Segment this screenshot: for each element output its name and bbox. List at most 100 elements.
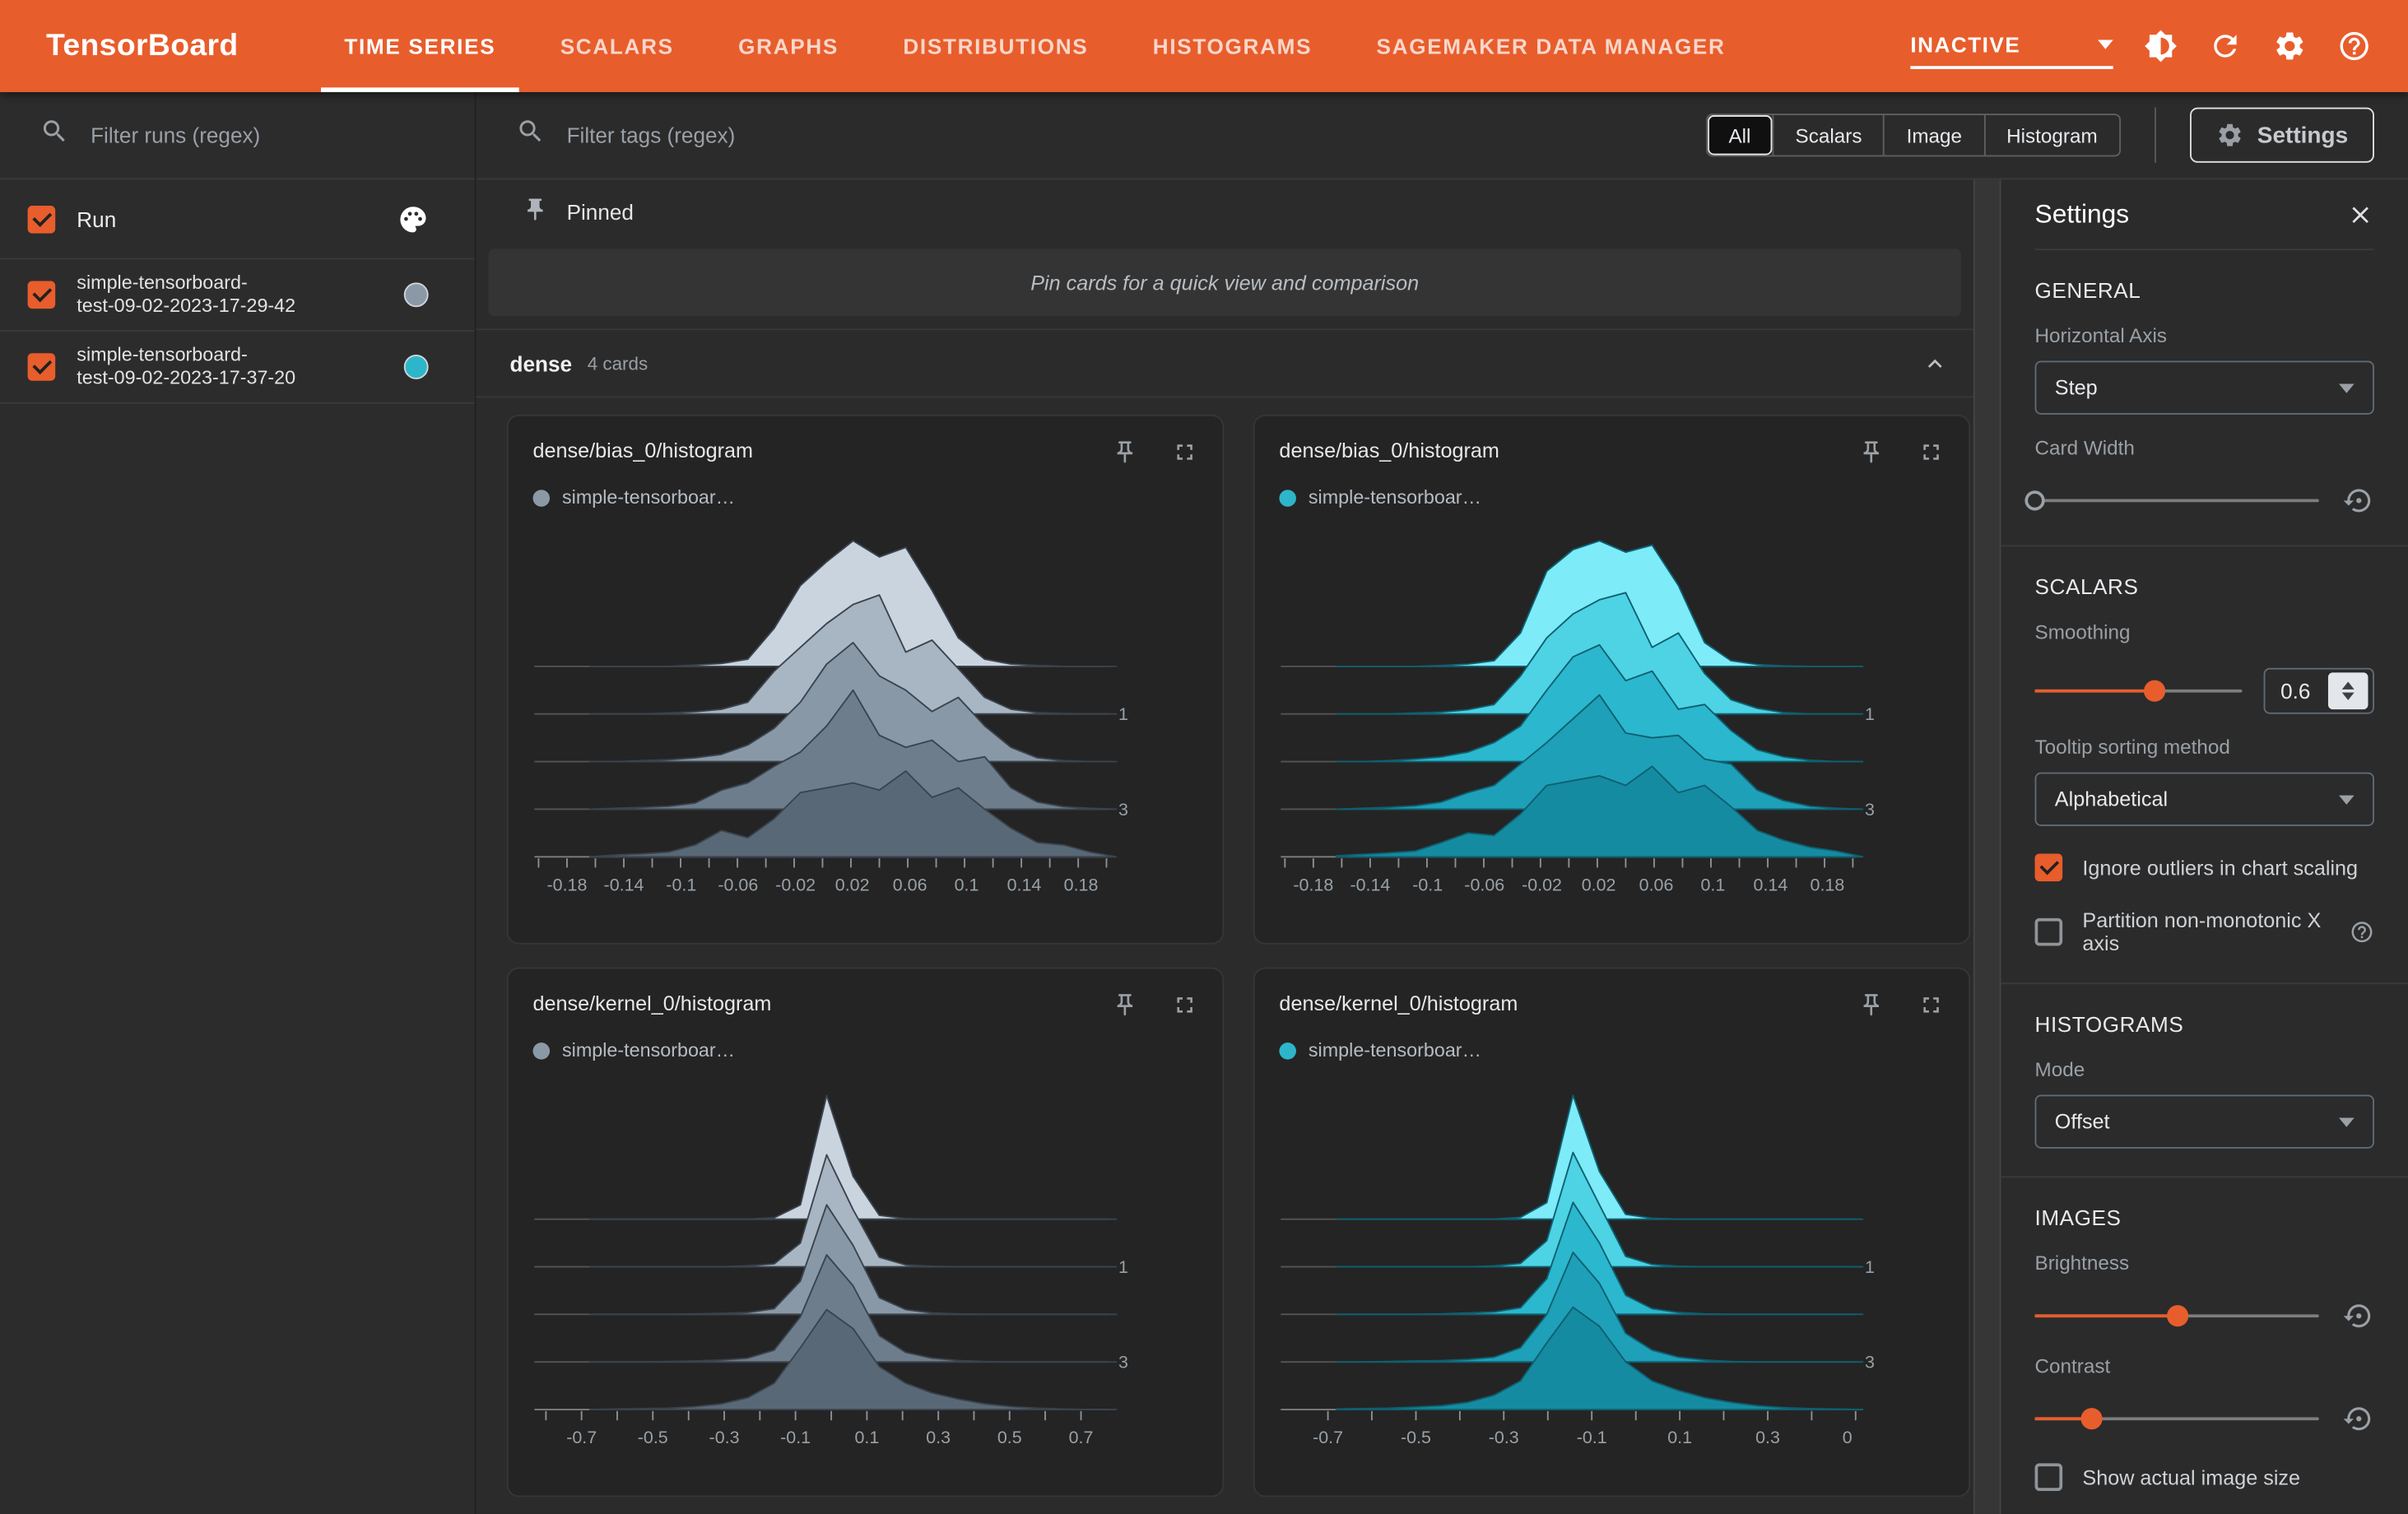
svg-text:-0.1: -0.1 bbox=[1412, 875, 1443, 894]
svg-text:-0.7: -0.7 bbox=[1313, 1428, 1343, 1447]
slider-knob[interactable] bbox=[2166, 1305, 2188, 1327]
svg-text:0.3: 0.3 bbox=[1755, 1428, 1780, 1447]
svg-text:0.5: 0.5 bbox=[997, 1428, 1022, 1447]
legend-run-name: simple-tensorboar… bbox=[1308, 486, 1481, 509]
pin-icon bbox=[522, 197, 548, 227]
search-icon bbox=[516, 117, 545, 154]
chevron-down-icon bbox=[2339, 794, 2355, 804]
svg-text:0: 0 bbox=[1843, 1428, 1852, 1447]
svg-text:0.18: 0.18 bbox=[1064, 875, 1099, 894]
svg-text:3: 3 bbox=[1118, 1353, 1128, 1372]
tab-distributions[interactable]: DISTRIBUTIONS bbox=[871, 0, 1120, 92]
help-icon[interactable] bbox=[2337, 29, 2371, 63]
svg-text:-0.18: -0.18 bbox=[547, 875, 588, 894]
svg-text:-0.14: -0.14 bbox=[1350, 875, 1390, 894]
svg-text:-0.5: -0.5 bbox=[1401, 1428, 1431, 1447]
fullscreen-icon[interactable] bbox=[1918, 439, 1945, 466]
run-checkbox[interactable] bbox=[27, 281, 56, 309]
reset-icon[interactable] bbox=[2343, 1301, 2374, 1331]
partition-x-row[interactable]: Partition non-monotonic X axis bbox=[2034, 909, 2374, 955]
svg-text:0.06: 0.06 bbox=[893, 875, 927, 894]
svg-text:-0.06: -0.06 bbox=[1464, 875, 1504, 894]
run-checkbox[interactable] bbox=[27, 353, 56, 381]
tab-graphs[interactable]: GRAPHS bbox=[706, 0, 871, 92]
filter-image-button[interactable]: Image bbox=[1883, 114, 1984, 156]
tab-sagemaker-data-manager[interactable]: SAGEMAKER DATA MANAGER bbox=[1344, 0, 1757, 92]
svg-text:1: 1 bbox=[1865, 1257, 1875, 1277]
run-select-all-checkbox[interactable] bbox=[27, 205, 56, 233]
show-actual-size-row[interactable]: Show actual image size bbox=[2034, 1463, 2374, 1491]
run-header-label: Run bbox=[77, 206, 117, 231]
tab-scalars[interactable]: SCALARS bbox=[528, 0, 706, 92]
smoothing-slider[interactable] bbox=[2034, 680, 2243, 702]
tab-time-series[interactable]: TIME SERIES bbox=[312, 0, 528, 92]
stepper-icon[interactable] bbox=[2327, 672, 2368, 710]
smoothing-value-input[interactable]: 0.6 bbox=[2263, 667, 2374, 714]
svg-text:-0.5: -0.5 bbox=[638, 1428, 668, 1447]
histogram-ridgeline-chart[interactable]: -0.18 -0.14 -0.1 -0.06 -0.02 0.02 0.06 0.1 0.14 0… bbox=[521, 532, 1214, 904]
filter-tags-bar: All Scalars Image Histogram Settings bbox=[476, 91, 2408, 180]
refresh-icon[interactable] bbox=[2208, 29, 2242, 63]
help-icon[interactable] bbox=[2350, 920, 2374, 945]
pin-card-icon[interactable] bbox=[1858, 992, 1885, 1018]
filter-runs-input[interactable] bbox=[87, 121, 450, 150]
contrast-slider[interactable] bbox=[2034, 1408, 2319, 1430]
partition-x-checkbox[interactable] bbox=[2034, 917, 2063, 946]
slider-knob[interactable] bbox=[2080, 1408, 2103, 1430]
svg-text:1: 1 bbox=[1118, 1257, 1128, 1277]
histogram-ridgeline-chart[interactable]: -0.18 -0.14 -0.1 -0.06 -0.02 0.02 0.06 0.1 0.14 0… bbox=[1267, 532, 1960, 904]
svg-text:-0.1: -0.1 bbox=[780, 1428, 811, 1447]
reset-icon[interactable] bbox=[2343, 1404, 2374, 1434]
pin-notice: Pin cards for a quick view and compariso… bbox=[488, 248, 1961, 317]
card-width-slider[interactable] bbox=[2024, 490, 2319, 511]
svg-text:0.06: 0.06 bbox=[1639, 875, 1674, 894]
close-icon[interactable] bbox=[2346, 201, 2374, 229]
run-row[interactable]: simple-tensorboard- test-09-02-2023-17-2… bbox=[0, 259, 475, 332]
ignore-outliers-row[interactable]: Ignore outliers in chart scaling bbox=[2034, 853, 2374, 882]
section-header-dense[interactable]: dense 4 cards bbox=[476, 328, 1973, 398]
toolbar-divider bbox=[2154, 107, 2156, 163]
tab-histograms[interactable]: HISTOGRAMS bbox=[1121, 0, 1345, 92]
gear-icon[interactable] bbox=[2273, 29, 2307, 63]
run-row[interactable]: simple-tensorboard- test-09-02-2023-17-3… bbox=[0, 332, 475, 404]
legend-run-name: simple-tensorboar… bbox=[561, 1039, 736, 1061]
slider-knob[interactable] bbox=[2144, 680, 2166, 702]
filter-scalars-button[interactable]: Scalars bbox=[1772, 114, 1884, 156]
chevron-up-icon[interactable] bbox=[1921, 350, 1949, 378]
svg-text:0.14: 0.14 bbox=[1754, 875, 1788, 894]
pin-card-icon[interactable] bbox=[1858, 439, 1885, 466]
reset-icon[interactable] bbox=[2343, 485, 2374, 516]
slider-knob[interactable] bbox=[2024, 490, 2045, 511]
tooltip-sorting-select[interactable]: Alphabetical bbox=[2034, 772, 2374, 826]
filter-tags-input[interactable] bbox=[563, 121, 1688, 150]
fullscreen-icon[interactable] bbox=[1918, 992, 1945, 1018]
filter-all-button[interactable]: All bbox=[1707, 114, 1773, 156]
svg-text:-0.02: -0.02 bbox=[1522, 875, 1562, 894]
brightness-slider[interactable] bbox=[2034, 1305, 2319, 1327]
filter-histogram-button[interactable]: Histogram bbox=[1983, 114, 2119, 156]
histogram-mode-select[interactable]: Offset bbox=[2034, 1094, 2374, 1149]
show-actual-size-checkbox[interactable] bbox=[2034, 1463, 2063, 1491]
palette-icon[interactable] bbox=[397, 203, 428, 234]
histogram-ridgeline-chart[interactable]: -0.7 -0.5 -0.3 -0.1 0.1 0.3 0.5 0.7 1 3 bbox=[521, 1084, 1214, 1456]
svg-text:3: 3 bbox=[1865, 1353, 1875, 1372]
reload-status-dropdown[interactable]: INACTIVE bbox=[1910, 32, 2113, 69]
card-legend: simple-tensorboar… bbox=[1255, 1018, 1969, 1061]
pin-card-icon[interactable] bbox=[1112, 439, 1138, 466]
fullscreen-icon[interactable] bbox=[1172, 992, 1198, 1018]
run-header-row: Run bbox=[0, 179, 475, 260]
svg-text:0.3: 0.3 bbox=[926, 1428, 951, 1447]
pin-card-icon[interactable] bbox=[1112, 992, 1138, 1018]
top-nav: TensorBoard TIME SERIES SCALARS GRAPHS D… bbox=[0, 0, 2408, 92]
svg-text:1: 1 bbox=[1118, 704, 1128, 724]
fullscreen-icon[interactable] bbox=[1172, 439, 1198, 466]
svg-text:-0.7: -0.7 bbox=[566, 1428, 597, 1447]
nav-tabs: TIME SERIES SCALARS GRAPHS DISTRIBUTIONS… bbox=[312, 0, 1758, 92]
ignore-outliers-checkbox[interactable] bbox=[2034, 853, 2063, 882]
horizontal-axis-select[interactable]: Step bbox=[2034, 360, 2374, 415]
brightness-icon[interactable] bbox=[2144, 29, 2178, 63]
settings-button[interactable]: Settings bbox=[2189, 107, 2374, 163]
scrollbar[interactable] bbox=[1973, 179, 2001, 1514]
legend-run-name: simple-tensorboar… bbox=[1308, 1039, 1481, 1061]
histogram-ridgeline-chart[interactable]: -0.7 -0.5 -0.3 -0.1 0.1 0.3 0 1 3 bbox=[1267, 1084, 1960, 1456]
